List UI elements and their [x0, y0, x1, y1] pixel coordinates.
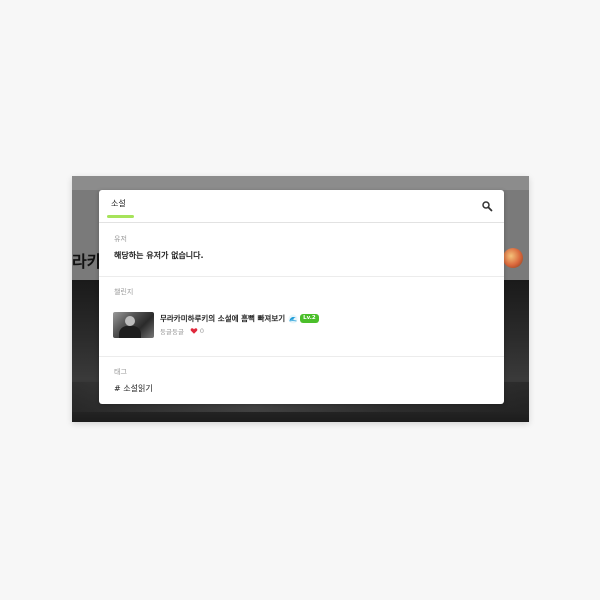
users-section-label: 유저	[114, 235, 127, 243]
search-input-underline	[107, 215, 134, 218]
challenge-status: 둥글둥글	[160, 328, 184, 336]
challenge-result-item[interactable]: 무라카미하루키의 소설에 흠뻑 빠져보기 Lv.2 둥글둥글 0	[113, 312, 490, 338]
search-icon[interactable]	[481, 200, 493, 212]
wave-icon	[288, 313, 299, 324]
search-bar	[99, 190, 504, 223]
heart-icon	[190, 328, 198, 334]
users-section: 유저 해당하는 유저가 없습니다.	[99, 223, 504, 277]
search-results-panel: 유저 해당하는 유저가 없습니다. 챌린지 무라카미하루키의 소설에 흠뻑 빠져…	[99, 190, 504, 404]
challenge-thumbnail	[113, 312, 154, 338]
avatar[interactable]	[503, 248, 523, 268]
like-count: 0	[199, 327, 205, 335]
level-badge: Lv.2	[300, 314, 319, 323]
challenges-section: 챌린지 무라카미하루키의 소설에 흠뻑 빠져보기 Lv.2 둥글둥글 0	[99, 277, 504, 357]
challenge-title-row: 무라카미하루키의 소설에 흠뻑 빠져보기 Lv.2	[160, 313, 319, 324]
users-empty-message: 해당하는 유저가 없습니다.	[114, 251, 204, 260]
tag-result-item[interactable]: # 소설읽기	[114, 383, 153, 394]
tags-section-label: 태그	[114, 368, 127, 376]
tags-section: 태그 # 소설읽기	[99, 357, 504, 404]
background-top-bar	[72, 176, 529, 190]
challenge-meta-row: 둥글둥글 0	[160, 326, 204, 336]
background-page-title: 라카미	[72, 252, 100, 271]
challenge-title: 무라카미하루키의 소설에 흠뻑 빠져보기	[160, 314, 286, 323]
challenges-section-label: 챌린지	[114, 288, 134, 296]
search-input[interactable]	[111, 199, 451, 208]
